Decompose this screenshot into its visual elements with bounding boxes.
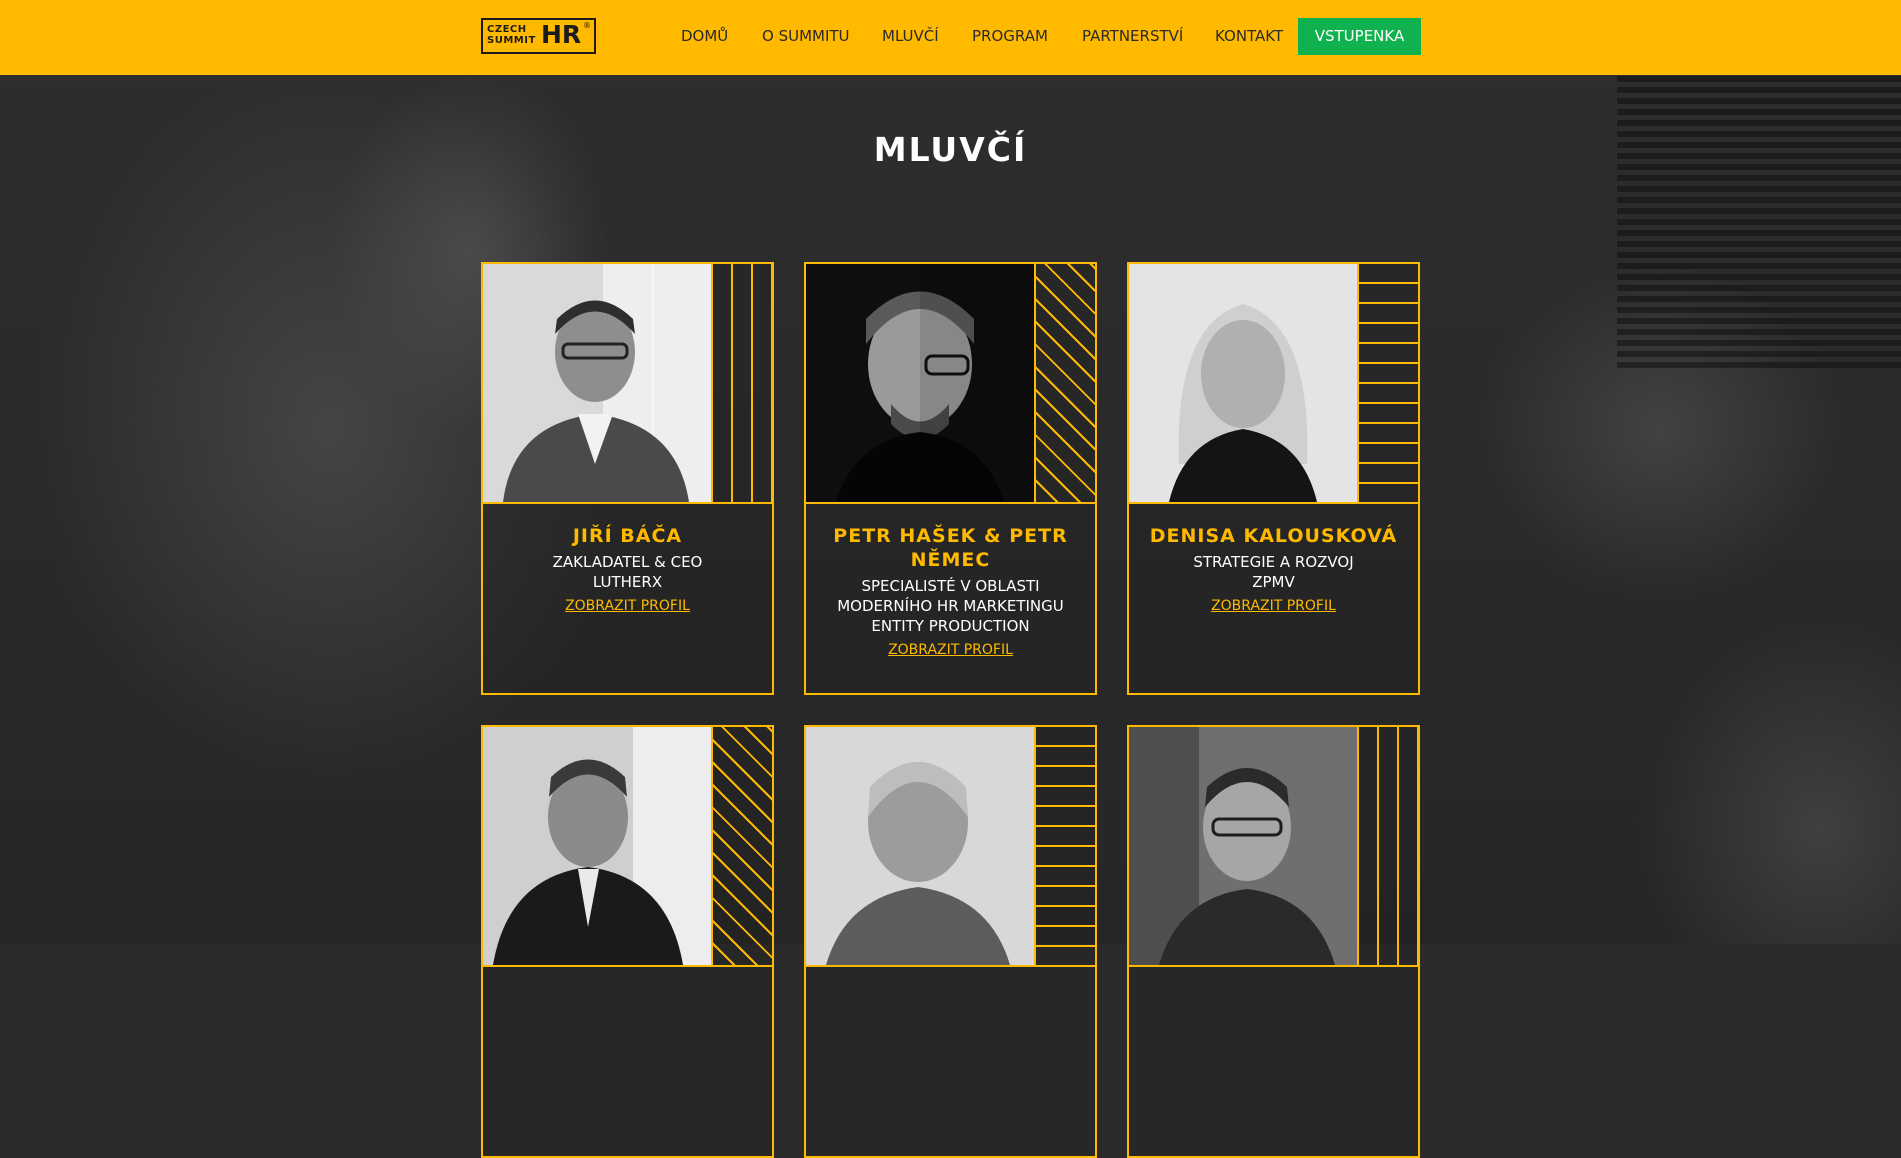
decorative-pattern [1359,264,1418,504]
speaker-card [481,725,774,1158]
speaker-company: ZPMV [1252,573,1295,591]
speaker-photo[interactable] [806,264,1036,504]
speaker-card: JIŘÍ BÁČA ZAKLADATEL & CEO LUTHERX ZOBRA… [481,262,774,695]
speaker-role: MODERNÍHO HR MARKETINGU [837,597,1064,615]
nav-about[interactable]: O SUMMITU [762,26,850,46]
speaker-role: ZAKLADATEL & CEO [552,553,703,571]
nav-home[interactable]: DOMŮ [681,26,728,46]
speaker-company: ENTITY PRODUCTION [871,617,1030,635]
speaker-photo[interactable] [1129,727,1359,967]
speaker-name: DENISA KALOUSKOVÁ [1149,525,1398,547]
nav-program[interactable]: PROGRAM [972,26,1048,46]
logo-mark: HR [541,20,582,49]
speaker-card: DENISA KALOUSKOVÁ STRATEGIE A ROZVOJ ZPM… [1127,262,1420,695]
decorative-pattern [1036,264,1095,504]
speaker-photo[interactable] [806,727,1036,967]
speaker-role: STRATEGIE A ROZVOJ [1193,553,1354,571]
logo-line1: CZECH [487,24,527,35]
speaker-name: PETR HAŠEK & PETR NĚMEC [833,525,1068,571]
decorative-pattern [713,727,772,967]
logo-line2: SUMMIT [487,35,536,46]
speaker-company: LUTHERX [592,573,663,591]
speaker-roles: ZAKLADATEL & CEO LUTHERX ZOBRAZIT PROFIL [489,552,766,616]
decorative-pattern [1359,727,1418,967]
speaker-roles: SPECIALISTÉ V OBLASTI MODERNÍHO HR MARKE… [812,576,1089,660]
speaker-roles: STRATEGIE A ROZVOJ ZPMV ZOBRAZIT PROFIL [1135,552,1412,616]
decorative-stripes [1617,76,1901,372]
speaker-role: SPECIALISTÉ V OBLASTI [861,577,1040,595]
view-profile-link[interactable]: ZOBRAZIT PROFIL [1135,596,1412,616]
speaker-photo[interactable] [483,264,713,504]
logo-text: CZECH SUMMIT [487,24,536,46]
view-profile-link[interactable]: ZOBRAZIT PROFIL [812,640,1089,660]
logo[interactable]: CZECH SUMMIT HR ® [481,18,596,54]
nav-contact[interactable]: KONTAKT [1215,26,1283,46]
registered-mark: ® [583,21,591,30]
speaker-name: JIŘÍ BÁČA [572,525,683,547]
nav-partnership[interactable]: PARTNERSTVÍ [1082,26,1183,46]
ticket-button[interactable]: VSTUPENKA [1298,18,1421,55]
speaker-photo[interactable] [483,727,713,967]
nav-speakers[interactable]: MLUVČÍ [882,26,939,46]
speaker-card [804,725,1097,1158]
speaker-card: PETR HAŠEK & PETR NĚMEC SPECIALISTÉ V OB… [804,262,1097,695]
speaker-photo[interactable] [1129,264,1359,504]
view-profile-link[interactable]: ZOBRAZIT PROFIL [489,596,766,616]
speaker-card [1127,725,1420,1158]
site-header: CZECH SUMMIT HR ® DOMŮ O SUMMITU MLUVČÍ … [0,0,1901,75]
page-title: MLUVČÍ [873,130,1028,169]
decorative-pattern [713,264,772,504]
decorative-pattern [1036,727,1095,967]
